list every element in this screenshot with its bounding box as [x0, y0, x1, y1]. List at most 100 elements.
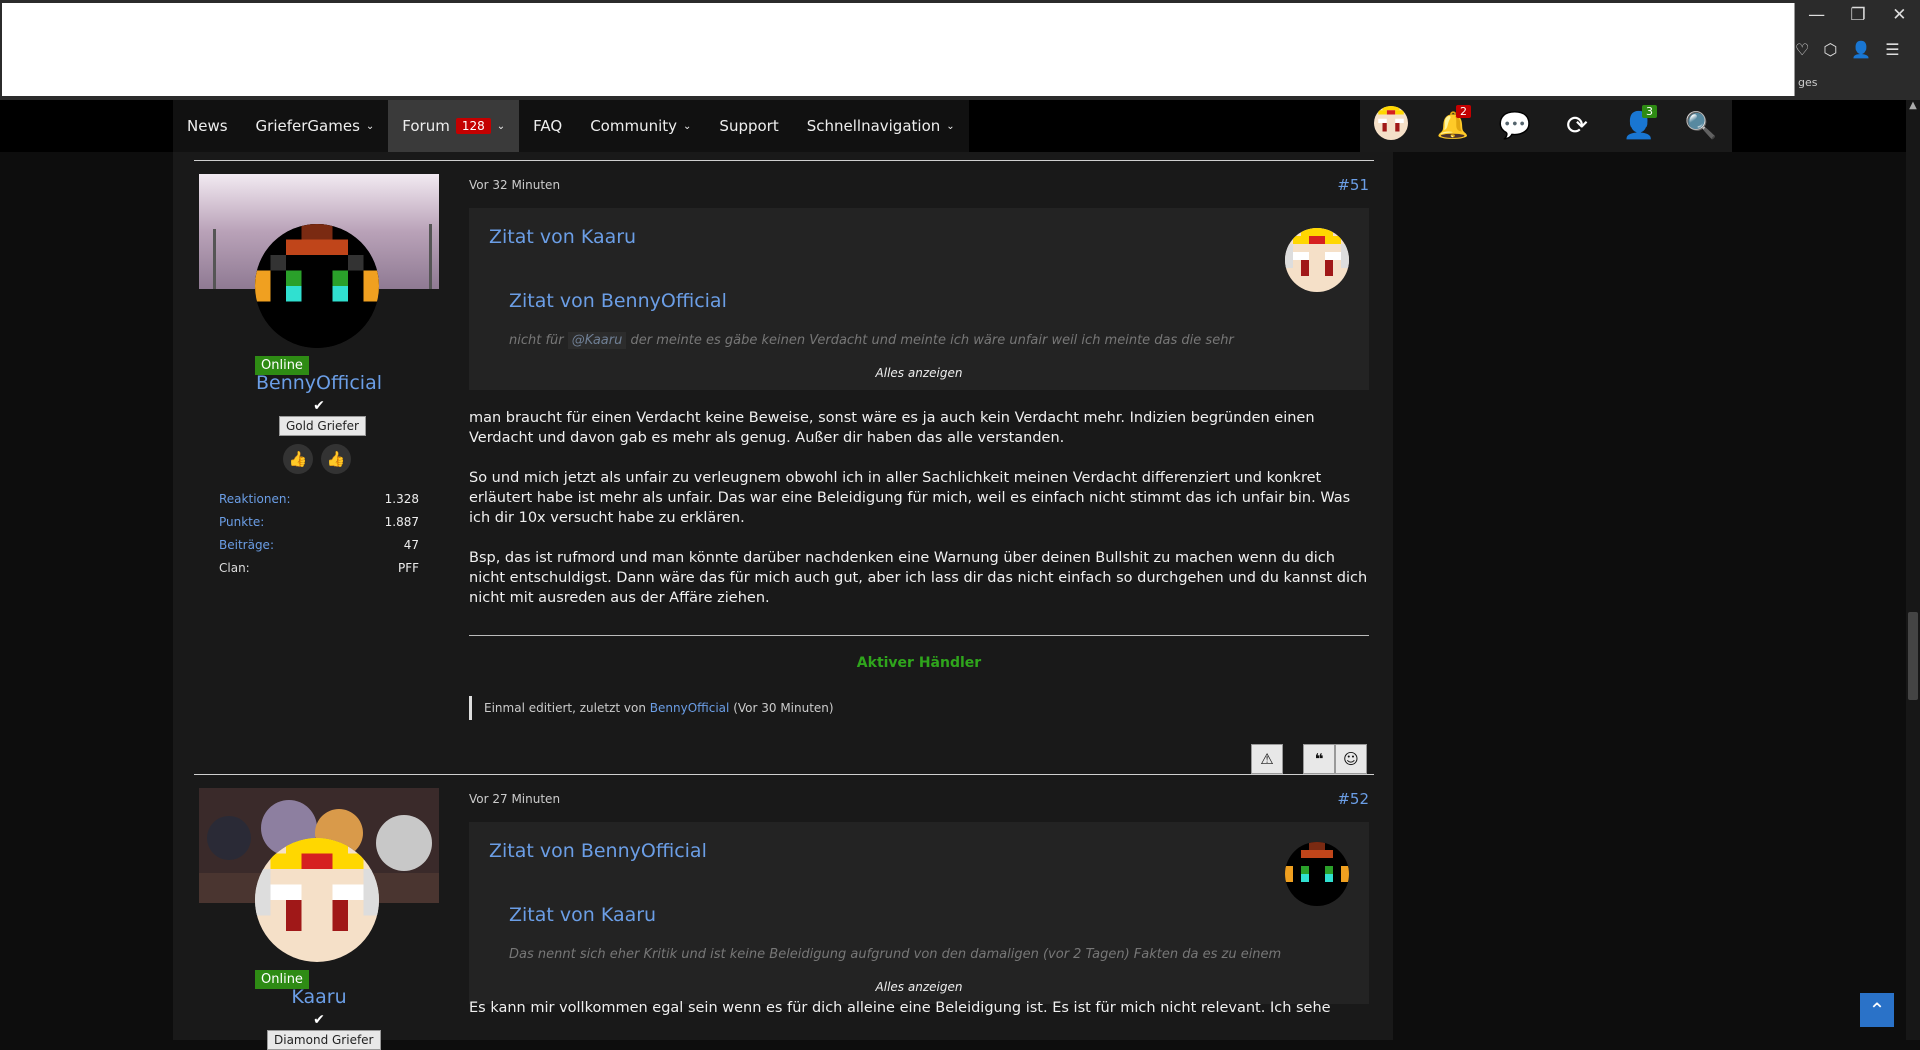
quote-author-avatar[interactable]	[1285, 228, 1349, 292]
nested-quote-text: nicht für @Kaaru der meinte es gäbe kein…	[509, 332, 1234, 349]
nested-quote-title[interactable]: Zitat von Kaaru	[509, 904, 656, 926]
bell-icon[interactable]: 🔔 2	[1433, 105, 1473, 141]
nav-label: Community	[590, 117, 678, 135]
user-panel: 🔔 2 💬 ⟳ 👤 3 🔍	[1360, 100, 1732, 152]
chevron-up-icon: ⌃	[1868, 998, 1886, 1022]
quote-box: Zitat von BennyOfficial Zitat von Kaaru …	[469, 822, 1369, 1004]
nav-item-support[interactable]: Support	[705, 100, 792, 152]
quote-text-before: nicht für	[509, 333, 564, 348]
nav-item-griefergames[interactable]: GrieferGames ⌄	[242, 100, 389, 152]
account-icon[interactable]: 👤	[1851, 40, 1871, 59]
nav-label: Forum	[402, 117, 450, 135]
user-signature: Aktiver Händler	[856, 655, 982, 671]
scroll-up-arrow-icon[interactable]: ▲	[1906, 100, 1920, 116]
nav-item-schnellnavigation[interactable]: Schnellnavigation ⌄	[793, 100, 969, 152]
nested-quote-text: Das nennt sich eher Kritik und ist keine…	[509, 947, 1282, 962]
edit-user-link[interactable]: BennyOfficial	[650, 701, 730, 715]
menu-icon[interactable]: ☰	[1885, 40, 1899, 59]
stat-label[interactable]: Reaktionen:	[219, 492, 291, 515]
user-awards: 👍 👍	[283, 444, 351, 474]
warning-icon: ⚠	[1260, 750, 1274, 768]
scroll-to-top-button[interactable]: ⌃	[1860, 993, 1894, 1027]
user-sidebar: Online BennyOfficial ✔ Gold Griefer 👍 👍 …	[199, 174, 439, 575]
post-time[interactable]: Vor 27 Minuten	[469, 792, 560, 806]
search-icon[interactable]: 🔍	[1681, 111, 1721, 141]
user-avatar-icon[interactable]	[1371, 105, 1411, 147]
scrollbar-thumb[interactable]	[1908, 612, 1918, 700]
nav-label: GrieferGames	[255, 117, 360, 135]
chevron-down-icon: ⌄	[683, 120, 692, 132]
username-link[interactable]: BennyOfficial	[199, 372, 439, 394]
user-avatar[interactable]	[255, 224, 379, 348]
close-button[interactable]: ✕	[1879, 0, 1920, 30]
nav-item-community[interactable]: Community ⌄	[576, 100, 705, 152]
main-navigation: News GrieferGames ⌄ Forum 128 ⌄ FAQ Communi…	[0, 100, 1920, 152]
chat-icon[interactable]: 💬	[1495, 111, 1535, 141]
page-scrollbar[interactable]: ▲	[1906, 100, 1920, 1040]
quote-box: Zitat von Kaaru Zitat von BennyOfficial …	[469, 208, 1369, 390]
stat-value: PFF	[397, 561, 419, 575]
cube-icon[interactable]: ⬡	[1823, 40, 1837, 59]
forum-badge: 128	[455, 118, 491, 134]
post-body: man braucht für einen Verdacht keine Bew…	[469, 408, 1369, 628]
nav-item-faq[interactable]: FAQ	[519, 100, 576, 152]
stat-row: Punkte: 1.887	[219, 515, 419, 538]
stat-label[interactable]: Beiträge:	[219, 538, 274, 561]
friends-icon[interactable]: 👤 3	[1619, 105, 1659, 141]
post-separator	[194, 774, 1374, 775]
stat-label[interactable]: Punkte:	[219, 515, 264, 538]
notification-badge: 2	[1456, 105, 1471, 118]
post-number[interactable]: #51	[1337, 176, 1369, 194]
minimize-button[interactable]: —	[1796, 0, 1837, 30]
chevron-down-icon: ⌄	[496, 120, 506, 132]
refresh-icon[interactable]: ⟳	[1557, 111, 1597, 141]
username-link[interactable]: Kaaru	[199, 986, 439, 1008]
quote-text-after: der meinte es gäbe keinen Verdacht und m…	[630, 333, 1234, 348]
post-paragraph: Bsp, das ist rufmord und man könnte darü…	[469, 550, 1368, 606]
quote-title[interactable]: Zitat von Kaaru	[489, 226, 636, 248]
stat-row: Reaktionen: 1.328	[219, 492, 419, 515]
edit-note: Einmal editiert, zuletzt von BennyOffici…	[469, 696, 834, 720]
nav-label: Support	[719, 117, 779, 135]
quote-title[interactable]: Zitat von BennyOfficial	[489, 840, 707, 862]
verified-check-icon: ✔	[313, 1012, 325, 1028]
user-mention[interactable]: @Kaaru	[567, 332, 627, 349]
edit-prefix: Einmal editiert, zuletzt von	[484, 701, 646, 715]
user-avatar[interactable]	[255, 838, 379, 962]
quote-author-avatar[interactable]	[1285, 842, 1349, 906]
browser-top-area: — ❐ ✕ ♡ ⬡ 👤 ☰ ges	[0, 0, 1920, 100]
chevron-down-icon: ⌄	[365, 120, 375, 132]
user-stats: Reaktionen: 1.328 Punkte: 1.887 Beiträge: 4…	[219, 492, 419, 584]
quote-icon: ❝	[1314, 750, 1324, 768]
quote-button[interactable]: ❝	[1303, 744, 1335, 774]
post-body: Es kann mir vollkommen egal sein wenn es…	[469, 998, 1369, 1018]
nested-quote-title[interactable]: Zitat von BennyOfficial	[509, 290, 727, 312]
post-paragraph: man braucht für einen Verdacht keine Bew…	[469, 410, 1315, 446]
nav-label: Schnellnavigation	[806, 117, 941, 135]
post-time[interactable]: Vor 32 Minuten	[469, 178, 560, 192]
post-number[interactable]: #52	[1337, 790, 1369, 808]
browser-toolbar-icons: ♡ ⬡ 👤 ☰	[1795, 40, 1900, 59]
post-paragraph: Es kann mir vollkommen egal sein wenn es…	[469, 1000, 1331, 1016]
nav-label: News	[187, 117, 228, 135]
thread-content: Online BennyOfficial ✔ Gold Griefer 👍 👍 …	[173, 152, 1393, 1050]
nav-item-news[interactable]: News	[173, 100, 242, 152]
blank-panel	[2, 3, 1795, 96]
user-sidebar: Online Kaaru ✔ Diamond Griefer	[199, 788, 439, 1050]
smiley-icon: ☺	[1343, 750, 1359, 768]
heart-icon[interactable]: ♡	[1795, 40, 1809, 59]
show-all-link[interactable]: Alles anzeigen	[469, 980, 1369, 994]
edit-suffix: (Vor 30 Minuten)	[733, 701, 834, 715]
user-rank-badge: Diamond Griefer	[267, 1030, 381, 1050]
nav-item-forum[interactable]: Forum 128 ⌄	[388, 100, 520, 152]
post-separator	[194, 160, 1374, 161]
report-button[interactable]: ⚠	[1251, 744, 1283, 774]
reaction-button[interactable]: ☺	[1335, 744, 1367, 774]
friends-badge: 3	[1642, 105, 1657, 118]
stat-row: Clan: PFF	[219, 561, 419, 584]
stat-row: Beiträge: 47	[219, 538, 419, 561]
restore-button[interactable]: ❐	[1837, 0, 1878, 30]
show-all-link[interactable]: Alles anzeigen	[469, 366, 1369, 380]
thumbs-up-green-icon: 👍	[321, 444, 351, 474]
stat-value: 1.328	[384, 492, 419, 506]
